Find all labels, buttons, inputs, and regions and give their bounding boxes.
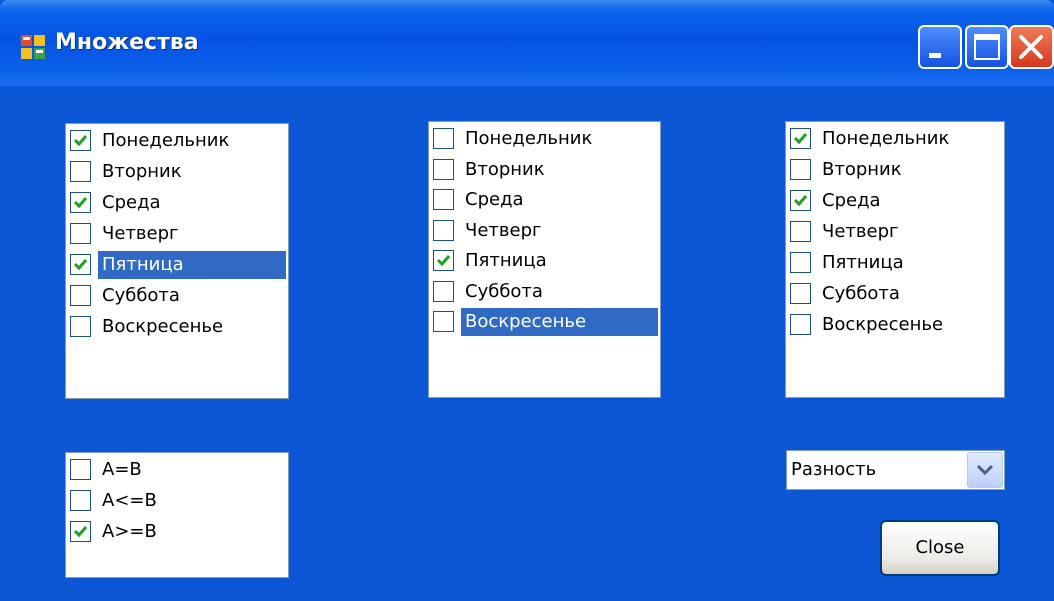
chevron-down-icon <box>976 464 994 476</box>
list-item[interactable]: Понедельник <box>786 125 1004 156</box>
app-icon <box>21 35 45 59</box>
checkbox[interactable] <box>70 254 91 275</box>
list-item[interactable]: Воскресенье <box>66 313 288 344</box>
list-item-label: Среда <box>822 190 881 211</box>
list-item[interactable]: Четверг <box>66 220 288 251</box>
operation-select[interactable]: Разность <box>786 450 1005 490</box>
checkbox[interactable] <box>70 490 91 511</box>
list-item[interactable]: Воскресенье <box>429 308 660 339</box>
list-item[interactable]: Понедельник <box>429 125 660 156</box>
checkbox[interactable] <box>790 190 811 211</box>
checkbox[interactable] <box>433 219 454 241</box>
checkbox[interactable] <box>70 285 91 306</box>
checkbox[interactable] <box>70 130 91 151</box>
list-item[interactable]: Воскресенье <box>786 311 1004 342</box>
list-item[interactable]: Понедельник <box>66 127 288 158</box>
list-item[interactable]: Вторник <box>66 158 288 189</box>
list-item-label: Четверг <box>102 223 179 244</box>
list-item[interactable]: Четверг <box>786 218 1004 249</box>
list-item[interactable]: Четверг <box>429 217 660 248</box>
list-item[interactable]: Вторник <box>786 156 1004 187</box>
check-icon <box>73 259 88 271</box>
checkbox[interactable] <box>433 250 454 271</box>
list-item-label: A=B <box>102 459 142 480</box>
checkbox[interactable] <box>790 252 811 273</box>
list-item-label: Воскресенье <box>102 316 224 337</box>
list-item-label: Среда <box>465 189 524 210</box>
list-item-label: Суббота <box>102 285 180 306</box>
checkbox[interactable] <box>790 283 811 304</box>
checkbox[interactable] <box>70 223 91 244</box>
checkbox[interactable] <box>433 128 454 149</box>
dropdown-button[interactable] <box>967 452 1003 488</box>
check-icon <box>436 255 451 267</box>
list-item-label: Вторник <box>102 161 182 182</box>
list-item[interactable]: Суббота <box>66 282 288 313</box>
checkbox[interactable] <box>790 128 811 149</box>
list-item-label: A<=B <box>102 490 157 511</box>
checkbox[interactable] <box>433 189 454 210</box>
list-item-label: Суббота <box>465 280 543 302</box>
comparison-checklist[interactable]: A=B A<=B A>=B <box>65 452 289 578</box>
checkbox[interactable] <box>70 192 91 213</box>
set-b-checklist[interactable]: Понедельник Вторник Среда Четверг Пятница Суб… <box>428 121 661 398</box>
list-item[interactable]: A>=B <box>66 518 288 549</box>
checkbox[interactable] <box>70 459 91 480</box>
list-item-label: Пятница <box>822 252 904 273</box>
list-item-label: Четверг <box>465 219 542 241</box>
checkbox[interactable] <box>433 311 454 332</box>
check-icon <box>793 195 808 207</box>
check-icon <box>73 526 88 538</box>
result-checklist[interactable]: Понедельник Вторник Среда Четверг Пятница Суб… <box>785 121 1005 398</box>
list-item-label: Вторник <box>822 159 902 180</box>
list-item-label: Воскресенье <box>461 308 658 336</box>
list-item-label: Понедельник <box>822 128 950 149</box>
check-icon <box>73 197 88 209</box>
maximize-button[interactable] <box>965 25 1009 69</box>
list-item-label: Суббота <box>822 283 900 304</box>
list-item-label: Воскресенье <box>822 314 944 335</box>
set-a-checklist[interactable]: Понедельник Вторник Среда Четверг Пятница Суб… <box>65 123 289 399</box>
checkbox[interactable] <box>70 161 91 182</box>
list-item-label: Четверг <box>822 221 899 242</box>
checkbox[interactable] <box>70 316 91 337</box>
list-item[interactable]: Среда <box>429 186 660 217</box>
list-item-label: Пятница <box>465 250 547 271</box>
checkbox[interactable] <box>433 158 454 180</box>
list-item[interactable]: Пятница <box>66 251 288 282</box>
check-icon <box>73 135 88 147</box>
list-item-label: A>=B <box>102 521 157 542</box>
list-item[interactable]: Суббота <box>786 280 1004 311</box>
list-item-label: Вторник <box>465 158 545 180</box>
close-window-button[interactable] <box>1009 25 1054 69</box>
list-item[interactable]: A=B <box>66 456 288 487</box>
list-item[interactable]: Пятница <box>429 247 660 278</box>
list-item[interactable]: Среда <box>66 189 288 220</box>
list-item-label: Понедельник <box>102 130 230 151</box>
checkbox[interactable] <box>790 159 811 180</box>
window-title: Множества <box>55 30 199 55</box>
list-item[interactable]: Вторник <box>429 156 660 187</box>
operation-select-value: Разность <box>791 459 877 480</box>
checkbox[interactable] <box>70 521 91 542</box>
list-item[interactable]: Среда <box>786 187 1004 218</box>
list-item[interactable]: Пятница <box>786 249 1004 280</box>
title-bar[interactable]: Множества <box>0 0 1054 86</box>
list-item-label: Среда <box>102 192 161 213</box>
minimize-button[interactable] <box>918 25 962 69</box>
close-button[interactable]: Close <box>880 520 1000 576</box>
close-icon <box>1019 35 1043 59</box>
checkbox[interactable] <box>433 280 454 302</box>
list-item-label: Понедельник <box>465 128 593 149</box>
check-icon <box>793 133 808 145</box>
list-item[interactable]: A<=B <box>66 487 288 518</box>
list-item[interactable]: Суббота <box>429 278 660 309</box>
minimize-icon <box>929 53 941 58</box>
maximize-icon <box>974 34 1000 60</box>
checkbox[interactable] <box>790 221 811 242</box>
list-item-label: Пятница <box>98 251 286 279</box>
checkbox[interactable] <box>790 314 811 335</box>
